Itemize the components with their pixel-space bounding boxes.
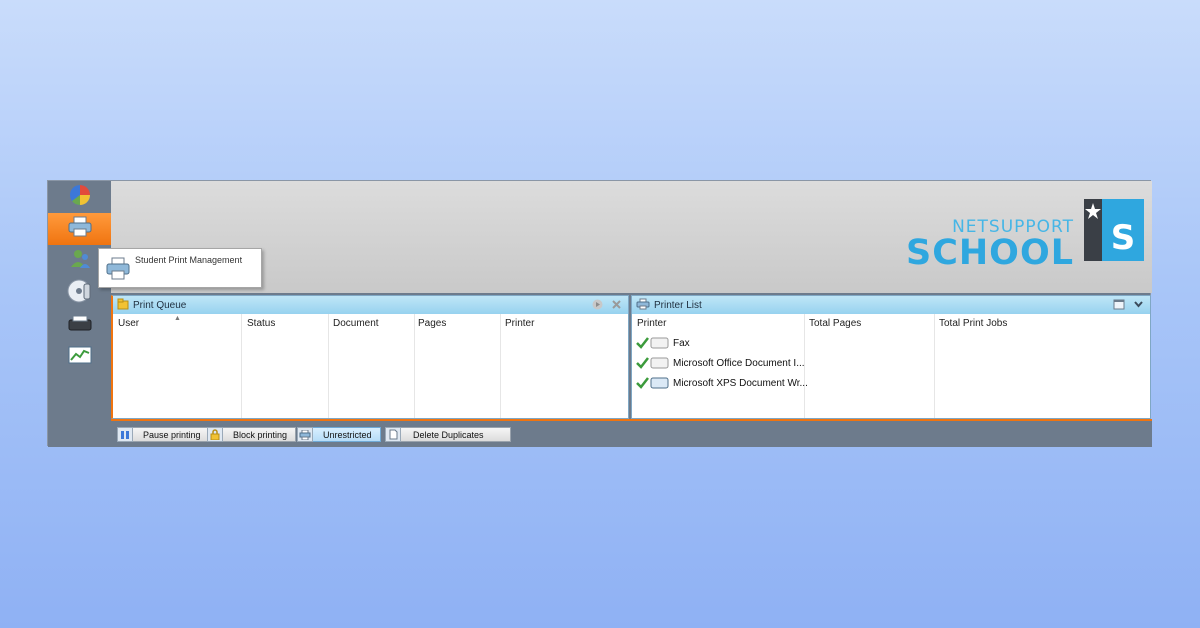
header-banner: NETSUPPORT SCHOOL S xyxy=(111,181,1152,293)
chevron-down-icon[interactable] xyxy=(1133,299,1144,313)
printer-row[interactable]: Fax xyxy=(636,334,690,352)
printer-list-table: Printer Total Pages Total Print Jobs Fax… xyxy=(632,314,1150,418)
block-printing-button[interactable]: Block printing xyxy=(207,427,297,442)
pause-icon xyxy=(117,427,133,442)
sidebar-item-statistics[interactable] xyxy=(48,341,111,373)
column-header-pages[interactable]: Pages xyxy=(418,318,446,329)
delete-duplicates-label: Delete Duplicates xyxy=(401,427,511,442)
printer-list-title: Printer List xyxy=(654,299,702,311)
column-header-user[interactable]: User xyxy=(118,318,139,329)
delete-duplicates-button[interactable]: Delete Duplicates xyxy=(385,427,511,442)
sidebar xyxy=(48,181,111,447)
pie-chart-icon xyxy=(68,183,92,212)
column-header-printer[interactable]: Printer xyxy=(505,318,534,329)
unrestricted-button[interactable]: Unrestricted xyxy=(297,427,381,442)
sort-ascending-icon: ▲ xyxy=(174,315,181,322)
logo-s-icon: S xyxy=(1084,199,1144,261)
printer-row[interactable]: Microsoft Office Document I... xyxy=(636,354,805,372)
printer-name: Microsoft XPS Document Wr... xyxy=(673,377,808,389)
print-queue-panel: Print Queue ▲ User Status Document Pages… xyxy=(111,295,629,419)
sidebar-item-reports[interactable] xyxy=(48,181,111,213)
printer-name: Fax xyxy=(673,337,690,349)
line-chart-icon xyxy=(68,346,92,369)
print-queue-title: Print Queue xyxy=(133,299,187,311)
pause-printing-label: Pause printing xyxy=(133,427,210,442)
enabled-check-icon xyxy=(636,377,669,389)
sidebar-item-print-management[interactable] xyxy=(48,213,111,245)
lock-icon xyxy=(207,427,223,442)
enabled-check-icon xyxy=(636,357,669,369)
close-icon[interactable] xyxy=(611,299,622,313)
pause-printing-button[interactable]: Pause printing xyxy=(117,427,210,442)
window-icon[interactable] xyxy=(1113,299,1125,313)
printer-name: Microsoft Office Document I... xyxy=(673,357,805,369)
tooltip-student-print-management: Student Print Management xyxy=(98,248,262,288)
printer-icon xyxy=(297,427,313,442)
enabled-check-icon xyxy=(636,337,669,349)
folder-icon xyxy=(117,298,129,313)
scanner-icon xyxy=(67,313,93,338)
print-toolbar: Pause printing Block printing Unrestrict… xyxy=(111,419,1152,447)
printer-list-icon xyxy=(636,298,650,313)
netsupport-school-logo: NETSUPPORT SCHOOL xyxy=(906,219,1074,271)
block-printing-label: Block printing xyxy=(223,427,297,442)
sidebar-item-devices[interactable] xyxy=(48,309,111,341)
printer-icon xyxy=(105,257,131,286)
logo-bottom-text: SCHOOL xyxy=(906,233,1074,273)
svg-text:S: S xyxy=(1111,218,1136,258)
tooltip-text: Student Print Management xyxy=(135,255,243,265)
printer-row[interactable]: Microsoft XPS Document Wr... xyxy=(636,374,808,392)
print-queue-table: ▲ User Status Document Pages Printer xyxy=(113,314,628,418)
play-icon[interactable] xyxy=(592,299,603,313)
column-header-document[interactable]: Document xyxy=(333,318,379,329)
netsupport-school-window: NETSUPPORT SCHOOL S Print Queue ▲ User S… xyxy=(47,180,1152,447)
printer-list-panel: Printer List Printer Total Pages Total P… xyxy=(631,295,1151,419)
column-header-total-pages[interactable]: Total Pages xyxy=(809,318,861,329)
unrestricted-label: Unrestricted xyxy=(313,427,381,442)
printer-list-header: Printer List xyxy=(632,296,1150,314)
column-header-total-print-jobs[interactable]: Total Print Jobs xyxy=(939,318,1007,329)
print-queue-header: Print Queue xyxy=(113,296,628,314)
users-icon xyxy=(68,248,92,275)
printer-icon xyxy=(67,216,93,243)
column-header-printer[interactable]: Printer xyxy=(637,318,666,329)
disc-icon xyxy=(67,278,93,309)
column-header-status[interactable]: Status xyxy=(247,318,275,329)
document-icon xyxy=(385,427,401,442)
